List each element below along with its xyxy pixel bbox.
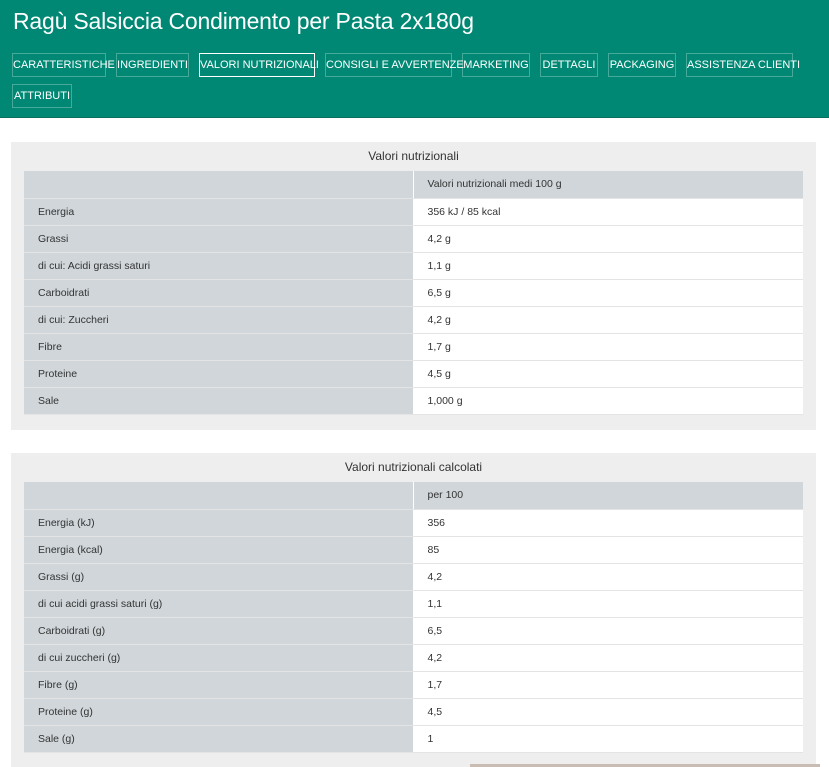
table-header-row: Valori nutrizionali medi 100 g: [24, 171, 803, 199]
row-value: 4,2 g: [413, 306, 803, 334]
table-row: Carboidrati (g) 6,5: [24, 617, 803, 645]
tab-ingredienti[interactable]: INGREDIENTI: [116, 53, 189, 77]
row-value: 4,2: [413, 563, 803, 591]
row-label: Fibre: [24, 333, 414, 361]
row-value: 1,7 g: [413, 333, 803, 361]
row-value: 1: [413, 725, 803, 753]
row-value: 1,000 g: [413, 387, 803, 415]
tab-valori-nutrizionali[interactable]: VALORI NUTRIZIONALI: [199, 53, 319, 77]
row-value: 1,1: [413, 590, 803, 618]
row-label: Energia (kcal): [24, 536, 414, 564]
calculated-panel-title: Valori nutrizionali calcolati: [344, 460, 483, 474]
calculated-panel: Valori nutrizionali calcolati per 100 En…: [11, 453, 816, 767]
row-value: 85: [413, 536, 803, 564]
table-header-row: per 100: [24, 482, 803, 510]
table-header-empty: [24, 171, 414, 199]
row-label: di cui: Acidi grassi saturi: [24, 252, 414, 280]
table-column-header: per 100: [413, 482, 803, 510]
table-row: di cui acidi grassi saturi (g) 1,1: [24, 590, 803, 618]
table-row: Fibre 1,7 g: [24, 333, 803, 361]
table-row: di cui: Zuccheri 4,2 g: [24, 306, 803, 334]
table-row: Sale (g) 1: [24, 725, 803, 753]
table-row: Proteine 4,5 g: [24, 360, 803, 388]
nutrition-panel-title: Valori nutrizionali: [368, 149, 459, 163]
row-label: di cui: Zuccheri: [24, 306, 414, 334]
row-label: Energia (kJ): [24, 509, 414, 537]
row-label: Carboidrati: [24, 279, 414, 307]
table-row: Carboidrati 6,5 g: [24, 279, 803, 307]
table-row: Proteine (g) 4,5: [24, 698, 803, 726]
row-label: Sale (g): [24, 725, 414, 753]
row-label: Energia: [24, 198, 414, 226]
tab-caratteristiche[interactable]: CARATTERISTICHE: [12, 53, 115, 77]
row-value: 1,7: [413, 671, 803, 699]
table-row: Energia 356 kJ / 85 kcal: [24, 198, 803, 226]
row-value: 4,2: [413, 644, 803, 672]
tab-packaging[interactable]: PACKAGING: [608, 53, 676, 77]
table-row: Grassi 4,2 g: [24, 225, 803, 253]
table-row: di cui zuccheri (g) 4,2: [24, 644, 803, 672]
nutrition-table: Valori nutrizionali medi 100 g Energia 3…: [24, 171, 803, 415]
table-row: Sale 1,000 g: [24, 387, 803, 415]
row-label: di cui acidi grassi saturi (g): [24, 590, 414, 618]
row-label: Proteine (g): [24, 698, 414, 726]
tab-consigli-e-avvertenze[interactable]: CONSIGLI E AVVERTENZE: [325, 53, 464, 77]
table-row: Energia (kcal) 85: [24, 536, 803, 564]
table-row: Grassi (g) 4,2: [24, 563, 803, 591]
row-value: 4,2 g: [413, 225, 803, 253]
row-label: Proteine: [24, 360, 414, 388]
row-value: 6,5: [413, 617, 803, 645]
table-column-header: Valori nutrizionali medi 100 g: [413, 171, 803, 199]
row-label: di cui zuccheri (g): [24, 644, 414, 672]
page-header: Ragù Salsiccia Condimento per Pasta 2x18…: [0, 0, 829, 118]
row-label: Fibre (g): [24, 671, 414, 699]
row-label: Carboidrati (g): [24, 617, 414, 645]
row-value: 356: [413, 509, 803, 537]
calculated-table: per 100 Energia (kJ) 356 Energia (kcal) …: [24, 482, 803, 753]
table-row: Energia (kJ) 356: [24, 509, 803, 537]
nutrition-panel: Valori nutrizionali Valori nutrizionali …: [11, 142, 816, 430]
tab-dettagli[interactable]: DETTAGLI: [540, 53, 598, 77]
row-value: 356 kJ / 85 kcal: [413, 198, 803, 226]
row-label: Grassi: [24, 225, 414, 253]
table-row: Fibre (g) 1,7: [24, 671, 803, 699]
row-value: 6,5 g: [413, 279, 803, 307]
page-title: Ragù Salsiccia Condimento per Pasta 2x18…: [13, 8, 474, 34]
row-label: Sale: [24, 387, 414, 415]
row-value: 1,1 g: [413, 252, 803, 280]
tab-marketing[interactable]: MARKETING: [462, 53, 530, 77]
table-header-empty: [24, 482, 414, 510]
tab-assistenza-clienti[interactable]: ASSISTENZA CLIENTI: [686, 53, 800, 77]
table-row: di cui: Acidi grassi saturi 1,1 g: [24, 252, 803, 280]
tab-attributi[interactable]: ATTRIBUTI: [12, 84, 72, 108]
row-value: 4,5: [413, 698, 803, 726]
row-value: 4,5 g: [413, 360, 803, 388]
row-label: Grassi (g): [24, 563, 414, 591]
